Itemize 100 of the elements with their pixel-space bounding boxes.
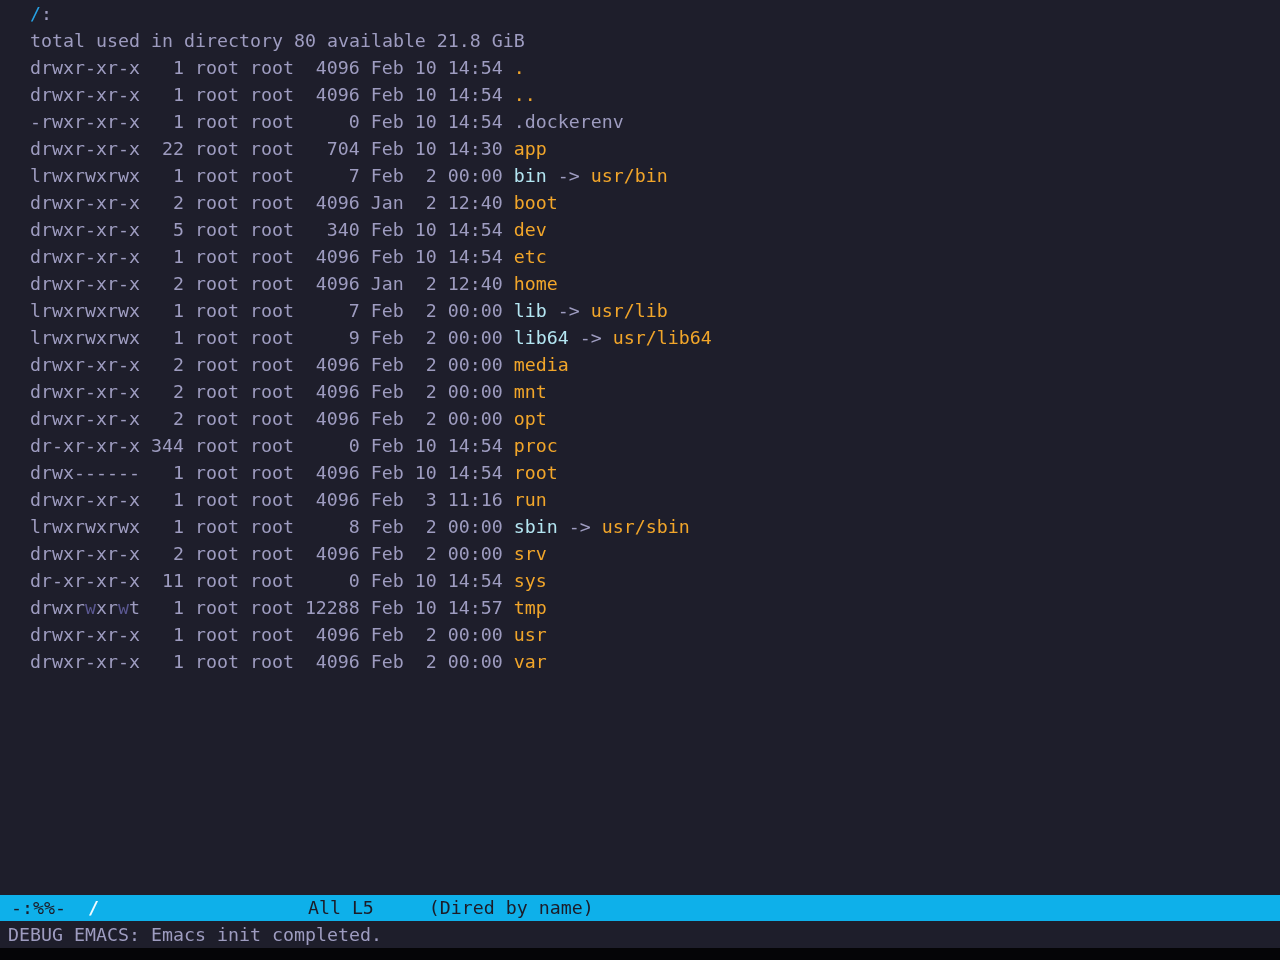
day: 3 (425, 486, 437, 513)
owner: root (194, 515, 239, 539)
time: 00:00 (447, 515, 503, 539)
file-name[interactable]: lib64 (513, 324, 569, 351)
day: 10 (414, 243, 437, 270)
owner: root (194, 272, 239, 296)
month: Feb (370, 164, 404, 188)
group: root (249, 567, 294, 594)
link-count: 1 (172, 326, 184, 350)
permissions: lrwxrwxrwx (30, 164, 140, 188)
file-size: 340 (326, 218, 360, 242)
modified-status[interactable]: -:%%- (11, 895, 66, 921)
file-size: 4096 (315, 650, 360, 674)
file-name[interactable]: opt (513, 405, 547, 432)
owner: root (194, 488, 239, 512)
month: Feb (370, 623, 404, 647)
permissions: drwxr-xr-x (30, 407, 140, 431)
file-size: 4096 (315, 56, 360, 80)
link-count: 2 (172, 542, 184, 566)
file-name[interactable]: .dockerenv (513, 108, 624, 135)
file-name[interactable]: .. (513, 81, 536, 108)
link-count: 1 (172, 596, 184, 620)
group: root (249, 270, 294, 297)
file-size: 4096 (315, 542, 360, 566)
month: Feb (370, 110, 404, 134)
permissions: dr-xr-xr-x (30, 569, 140, 593)
permissions: drwxr-xr-x (30, 137, 140, 161)
month: Feb (370, 299, 404, 323)
month: Feb (370, 83, 404, 107)
file-name[interactable]: mnt (513, 378, 547, 405)
file-name[interactable]: bin (513, 162, 547, 189)
owner: root (194, 56, 239, 80)
day: 2 (425, 324, 437, 351)
file-name[interactable]: usr (513, 621, 547, 648)
file-name[interactable]: var (513, 648, 547, 675)
owner: root (194, 542, 239, 566)
owner: root (194, 110, 239, 134)
time: 14:54 (447, 569, 503, 593)
time: 00:00 (447, 299, 503, 323)
echo-message: DEBUG EMACS: Emacs init completed. (8, 924, 382, 945)
permissions: drwx------ (30, 461, 140, 485)
file-size: 704 (326, 137, 360, 161)
group: root (249, 54, 294, 81)
file-size: 8 (348, 515, 360, 539)
time: 00:00 (447, 407, 503, 431)
permissions: drwxr-xr-x (30, 542, 140, 566)
file-name[interactable]: tmp (513, 594, 547, 621)
file-name[interactable]: home (513, 270, 558, 297)
day: 10 (414, 54, 437, 81)
permissions: drwxrwxrwt (30, 596, 140, 620)
file-name[interactable]: sys (513, 567, 547, 594)
owner: root (194, 326, 239, 350)
group: root (249, 459, 294, 486)
file-name[interactable]: . (513, 54, 525, 81)
permissions: drwxr-xr-x (30, 191, 140, 215)
file-name[interactable]: etc (513, 243, 547, 270)
file-name[interactable]: run (513, 486, 547, 513)
time: 00:00 (447, 380, 503, 404)
month: Feb (370, 326, 404, 350)
link-count: 1 (172, 83, 184, 107)
group: root (249, 243, 294, 270)
file-name[interactable]: app (513, 135, 547, 162)
file-name[interactable]: dev (513, 216, 547, 243)
owner: root (194, 83, 239, 107)
file-size: 4096 (315, 245, 360, 269)
link-count: 2 (172, 353, 184, 377)
major-mode[interactable]: (Dired by name) (428, 895, 594, 921)
link-arrow: -> (579, 326, 602, 350)
permissions: dr-xr-xr-x (30, 434, 140, 458)
permissions: drwxr-xr-x (30, 218, 140, 242)
file-name[interactable]: root (513, 459, 558, 486)
time: 12:40 (447, 191, 503, 215)
link-target: usr/sbin (601, 515, 690, 539)
file-size: 4096 (315, 623, 360, 647)
day: 2 (425, 189, 437, 216)
day: 10 (414, 432, 437, 459)
link-count: 344 (150, 434, 184, 458)
file-name[interactable]: boot (513, 189, 558, 216)
group: root (249, 540, 294, 567)
file-name[interactable]: lib (513, 297, 547, 324)
permissions: drwxr-xr-x (30, 83, 140, 107)
file-name[interactable]: media (513, 351, 569, 378)
month: Feb (370, 515, 404, 539)
month: Feb (370, 56, 404, 80)
link-count: 1 (172, 515, 184, 539)
file-size: 4096 (315, 407, 360, 431)
link-target: usr/lib64 (612, 326, 712, 350)
owner: root (194, 596, 239, 620)
group: root (249, 135, 294, 162)
file-name[interactable]: proc (513, 432, 558, 459)
file-name[interactable]: srv (513, 540, 547, 567)
month: Feb (370, 596, 404, 620)
month: Feb (370, 434, 404, 458)
time: 14:57 (447, 596, 503, 620)
day: 10 (414, 567, 437, 594)
day: 2 (425, 270, 437, 297)
time: 11:16 (447, 488, 503, 512)
time: 00:00 (447, 353, 503, 377)
owner: root (194, 164, 239, 188)
file-name[interactable]: sbin (513, 513, 558, 540)
